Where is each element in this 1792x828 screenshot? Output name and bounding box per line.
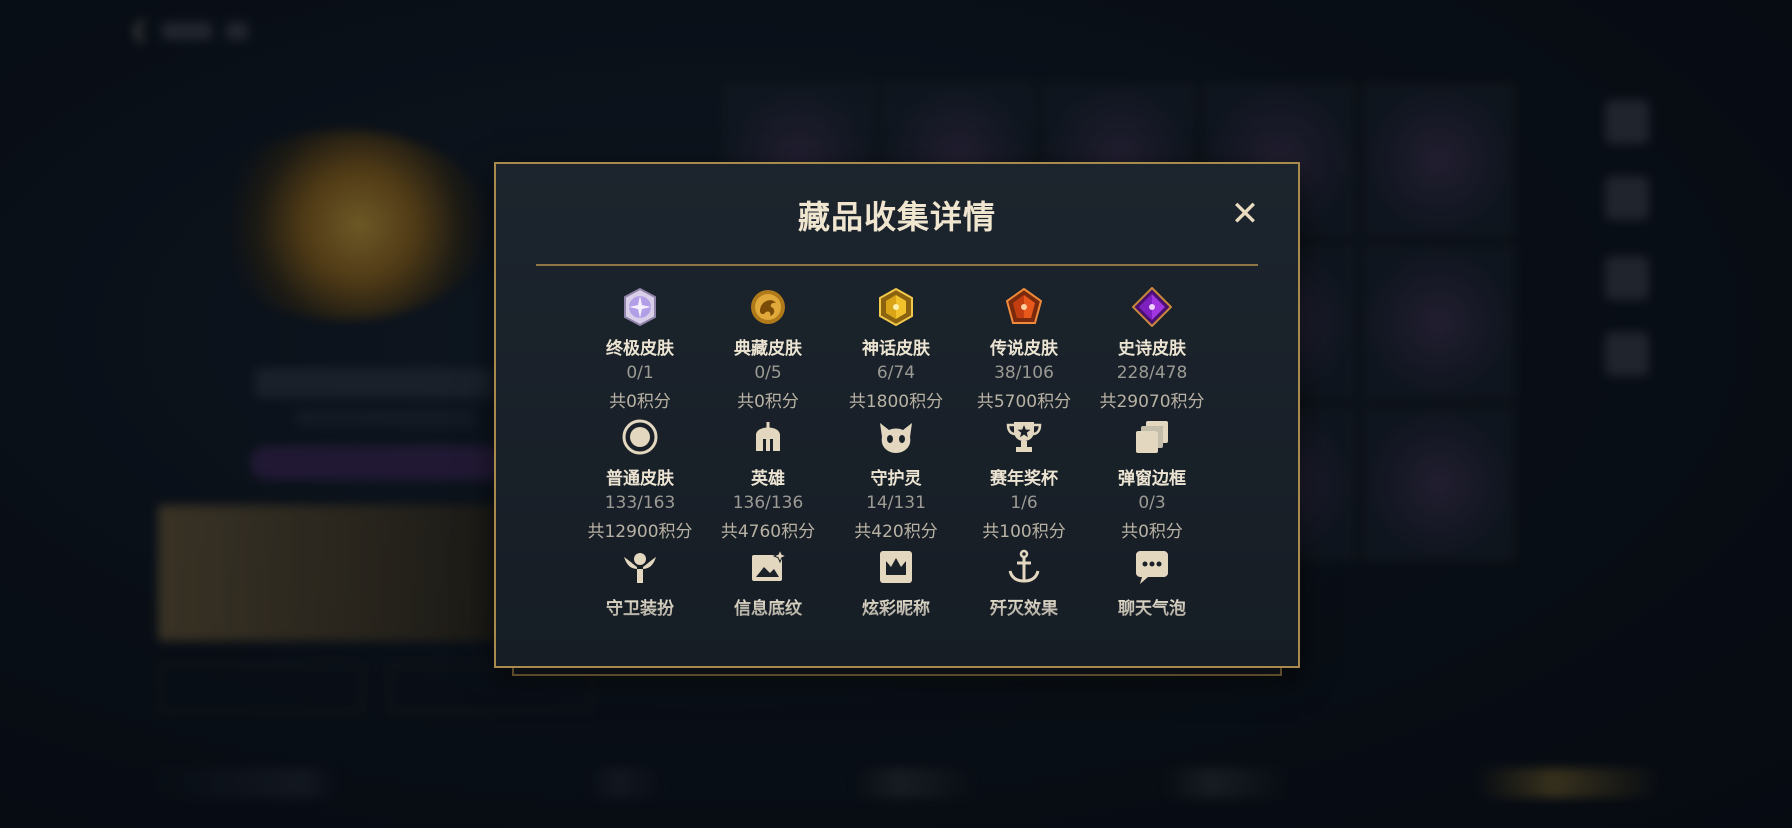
- collection-points: 共29070积分: [1099, 392, 1205, 412]
- collection-points: 共420积分: [854, 522, 938, 542]
- collection-item-season-trophy[interactable]: 赛年奖杯 1/6 共100积分: [960, 416, 1088, 546]
- collection-item-ward-skin[interactable]: 守卫装扮: [576, 546, 704, 666]
- ultimate-skin-gem-icon: [619, 286, 661, 328]
- collection-item-prestige[interactable]: 典藏皮肤 0/5 共0积分: [704, 286, 832, 416]
- collection-grid[interactable]: 终极皮肤 0/1 共0积分 典藏皮肤 0/5 共0积分 神话皮肤 6/74 共1…: [576, 286, 1216, 666]
- epic-gem-icon: [1131, 286, 1173, 328]
- collection-count: 0/1: [626, 363, 654, 383]
- collection-points: 共5700积分: [976, 392, 1072, 412]
- title-divider: [536, 264, 1258, 266]
- collection-count: 1/6: [1010, 493, 1038, 513]
- collection-row: 普通皮肤 133/163 共12900积分 英雄 136/136 共4760积分: [576, 416, 1216, 546]
- collection-item-epic[interactable]: 史诗皮肤 228/478 共29070积分: [1088, 286, 1216, 416]
- trophy-icon: [1003, 416, 1045, 458]
- collection-item-normal-skin[interactable]: 普通皮肤 133/163 共12900积分: [576, 416, 704, 546]
- collection-name: 传说皮肤: [990, 339, 1058, 359]
- collection-count: 14/131: [866, 493, 926, 513]
- collection-row: 终极皮肤 0/1 共0积分 典藏皮肤 0/5 共0积分 神话皮肤 6/74 共1…: [576, 286, 1216, 416]
- guardian-creature-icon: [875, 416, 917, 458]
- crown-nameplate-icon: [875, 546, 917, 588]
- collection-item-guardian[interactable]: 守护灵 14/131 共420积分: [832, 416, 960, 546]
- ward-skin-icon: [619, 546, 661, 588]
- collection-points: 共12900积分: [587, 522, 693, 542]
- info-banner-icon: [747, 546, 789, 588]
- collection-points: 共0积分: [737, 392, 799, 412]
- collection-item-chat-bubble[interactable]: 聊天气泡: [1088, 546, 1216, 666]
- collection-item-mythic[interactable]: 神话皮肤 6/74 共1800积分: [832, 286, 960, 416]
- stacked-frames-icon: [1131, 416, 1173, 458]
- collection-item-info-banner[interactable]: 信息底纹: [704, 546, 832, 666]
- collection-item-popup-frame[interactable]: 弹窗边框 0/3 共0积分: [1088, 416, 1216, 546]
- collection-item-ultimate[interactable]: 终极皮肤 0/1 共0积分: [576, 286, 704, 416]
- collection-points: 共4760积分: [720, 522, 816, 542]
- normal-skin-circle-icon: [619, 416, 661, 458]
- collection-name: 神话皮肤: [862, 339, 930, 359]
- collection-item-kill-effect[interactable]: 歼灭效果: [960, 546, 1088, 666]
- collection-count: 6/74: [876, 363, 916, 383]
- collection-points: 共100积分: [982, 522, 1066, 542]
- collection-name: 歼灭效果: [990, 599, 1058, 619]
- collection-name: 聊天气泡: [1118, 599, 1186, 619]
- collection-name: 信息底纹: [734, 599, 802, 619]
- collection-name: 普通皮肤: [606, 469, 674, 489]
- collection-name: 史诗皮肤: [1118, 339, 1186, 359]
- collection-points: 共0积分: [609, 392, 671, 412]
- collection-count: 38/106: [994, 363, 1054, 383]
- collection-count: 136/136: [732, 493, 804, 513]
- collection-item-hero[interactable]: 英雄 136/136 共4760积分: [704, 416, 832, 546]
- collection-name: 英雄: [751, 469, 785, 489]
- collection-details-modal: 藏品收集详情 ✕ 终极皮肤 0/1 共0积分 典藏皮肤 0/5 共0积分 神话皮…: [494, 162, 1300, 668]
- prestige-dragon-icon: [747, 286, 789, 328]
- collection-name: 典藏皮肤: [734, 339, 802, 359]
- collection-item-legendary[interactable]: 传说皮肤 38/106 共5700积分: [960, 286, 1088, 416]
- collection-count: 0/3: [1138, 493, 1166, 513]
- collection-name: 终极皮肤: [606, 339, 674, 359]
- close-icon[interactable]: ✕: [1231, 194, 1260, 234]
- legendary-gem-icon: [1003, 286, 1045, 328]
- collection-name: 赛年奖杯: [990, 469, 1058, 489]
- collection-name: 守卫装扮: [606, 599, 674, 619]
- helmet-icon: [747, 416, 789, 458]
- collection-points: 共1800积分: [848, 392, 944, 412]
- mythic-gem-icon: [875, 286, 917, 328]
- modal-title: 藏品收集详情: [797, 198, 996, 236]
- anchor-icon: [1003, 546, 1045, 588]
- collection-count: 228/478: [1116, 363, 1188, 383]
- collection-count: 0/5: [754, 363, 782, 383]
- collection-points: 共0积分: [1121, 522, 1183, 542]
- close-button[interactable]: ✕: [1228, 197, 1262, 232]
- collection-name: 守护灵: [870, 469, 922, 489]
- collection-row: 守卫装扮 信息底纹 炫彩昵称 歼灭效果 聊天气泡: [576, 546, 1216, 666]
- collection-count: 133/163: [604, 493, 676, 513]
- collection-name: 弹窗边框: [1118, 469, 1186, 489]
- collection-name: 炫彩昵称: [862, 599, 930, 619]
- collection-item-nameplate[interactable]: 炫彩昵称: [832, 546, 960, 666]
- chat-bubble-icon: [1131, 546, 1173, 588]
